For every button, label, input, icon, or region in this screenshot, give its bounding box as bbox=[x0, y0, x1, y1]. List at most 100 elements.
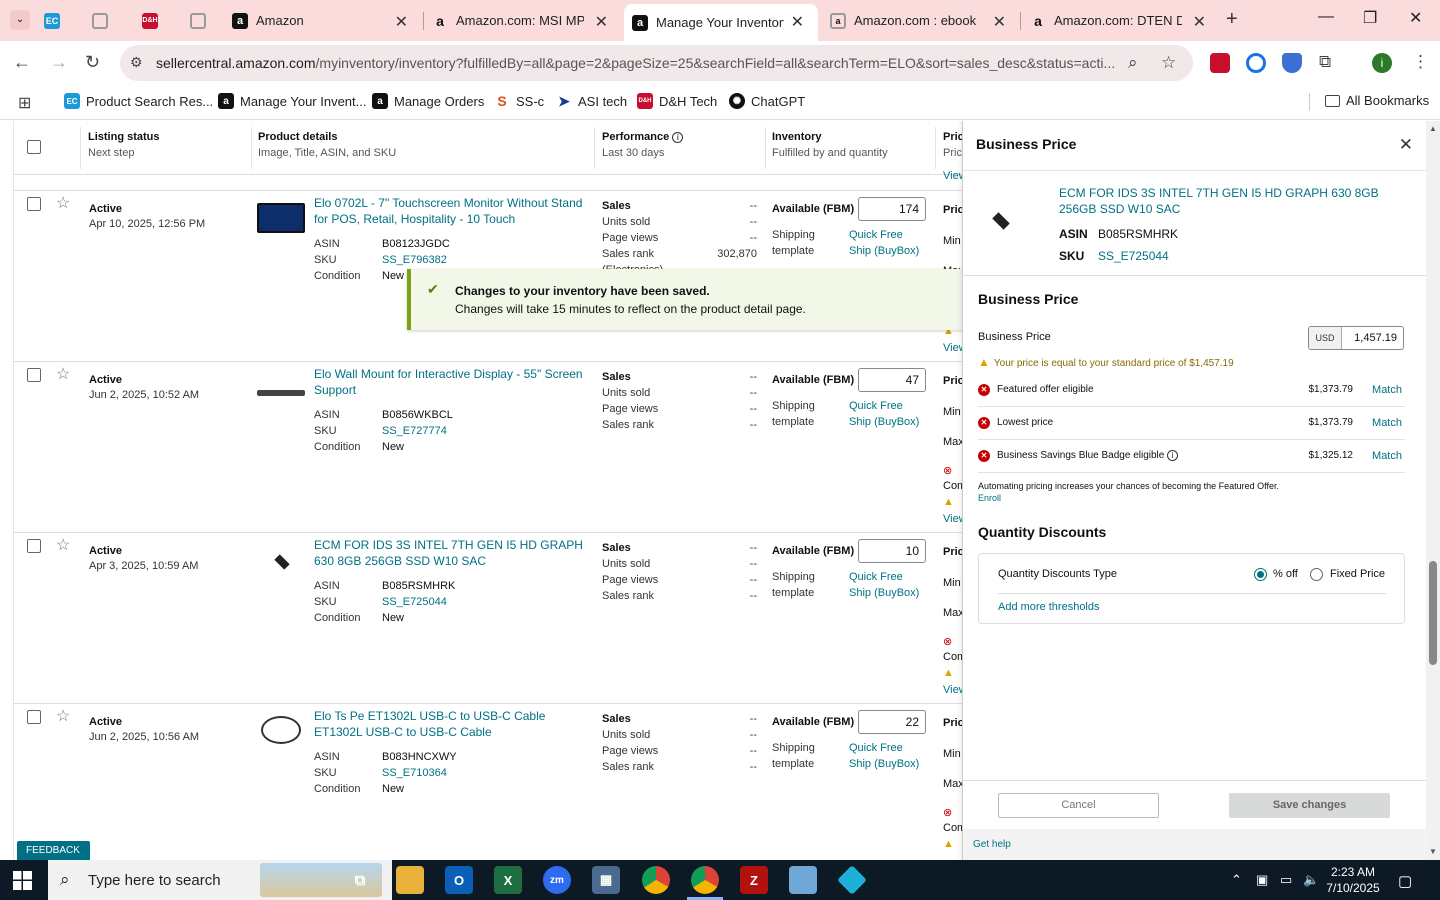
chrome-icon[interactable] bbox=[642, 866, 670, 894]
system-clock[interactable]: 2:23 AM 7/10/2025 bbox=[1322, 864, 1384, 896]
sku-link[interactable]: SS_E796382 bbox=[382, 254, 447, 266]
tab-pinned-1[interactable] bbox=[92, 0, 126, 41]
tab-pinned-ec[interactable]: EC bbox=[44, 0, 78, 41]
row-checkbox[interactable] bbox=[27, 539, 41, 553]
zoom-search-icon[interactable]: ⌕ bbox=[1128, 53, 1138, 73]
outlook-icon[interactable]: O bbox=[445, 866, 473, 894]
shipping-template-link[interactable]: Quick Free Ship (BuyBox) bbox=[849, 227, 927, 259]
bookmark-chatgpt[interactable]: ✺ ChatGPT bbox=[729, 93, 805, 109]
star-icon[interactable]: ☆ bbox=[56, 535, 70, 555]
scrollbar-thumb[interactable] bbox=[1429, 561, 1437, 665]
quantity-input[interactable]: 174 bbox=[858, 197, 926, 221]
shield-extension-icon[interactable] bbox=[1282, 53, 1302, 73]
match-button[interactable]: Match bbox=[1372, 384, 1402, 396]
cancel-button[interactable]: Cancel bbox=[998, 793, 1159, 818]
tab-amazon[interactable]: a Amazon ✕ bbox=[232, 0, 422, 41]
extension-icon[interactable] bbox=[1246, 53, 1266, 73]
sku-link[interactable]: SS_E725044 bbox=[1098, 249, 1169, 263]
network-icon[interactable]: ▭ bbox=[1280, 872, 1292, 888]
tab-search-menu-icon[interactable]: ⌄ bbox=[10, 10, 30, 30]
quantity-input[interactable]: 22 bbox=[858, 710, 926, 734]
restore-icon[interactable]: ❐ bbox=[1363, 8, 1377, 28]
sku-link[interactable]: SS_E710364 bbox=[382, 767, 447, 779]
taskbar-search[interactable]: ⌕ Type here to search bbox=[48, 860, 392, 900]
shipping-template-link[interactable]: Quick Free Ship (BuyBox) bbox=[849, 569, 927, 601]
match-button[interactable]: Match bbox=[1372, 417, 1402, 429]
extensions-puzzle-icon[interactable]: ⧉ bbox=[1319, 52, 1331, 72]
excel-icon[interactable]: X bbox=[494, 866, 522, 894]
product-title-link[interactable]: ECM FOR IDS 3S INTEL 7TH GEN I5 HD GRAPH… bbox=[314, 537, 589, 569]
new-tab-button[interactable]: + bbox=[1226, 8, 1238, 31]
save-changes-button[interactable]: Save changes bbox=[1229, 793, 1390, 818]
scroll-up-icon[interactable]: ▲ bbox=[1429, 124, 1437, 133]
star-icon[interactable]: ☆ bbox=[56, 193, 70, 213]
tab-amazon-msi[interactable]: a Amazon.com: MSI MPG ✕ bbox=[432, 0, 622, 41]
pdf-extension-icon[interactable] bbox=[1210, 53, 1230, 73]
tray-chevron-icon[interactable]: ⌃ bbox=[1231, 872, 1242, 888]
header-performance[interactable]: Performance i Last 30 days bbox=[602, 131, 684, 159]
minimize-icon[interactable]: — bbox=[1318, 8, 1334, 26]
page-scrollbar[interactable]: ▲ ▼ bbox=[1426, 121, 1440, 860]
close-tab-icon[interactable]: ✕ bbox=[595, 12, 608, 32]
header-listing-status[interactable]: Listing status Next step bbox=[88, 131, 160, 159]
row-checkbox[interactable] bbox=[27, 710, 41, 724]
product-image[interactable] bbox=[257, 545, 309, 577]
close-window-icon[interactable]: ✕ bbox=[1409, 8, 1422, 28]
info-icon[interactable]: i bbox=[1167, 450, 1179, 461]
shipping-template-link[interactable]: Quick Free Ship (BuyBox) bbox=[849, 740, 927, 772]
tab-manage-inventory[interactable]: a Manage Your Inventory ✕ bbox=[624, 4, 818, 41]
back-icon[interactable]: ← bbox=[13, 52, 31, 73]
quantity-input[interactable]: 47 bbox=[858, 368, 926, 392]
feedback-button[interactable]: FEEDBACK ✕ bbox=[17, 841, 90, 860]
tab-pinned-dh[interactable]: D&H bbox=[142, 0, 176, 41]
sku-link[interactable]: SS_E727774 bbox=[382, 425, 447, 437]
bookmark-star-icon[interactable]: ☆ bbox=[1161, 53, 1176, 73]
filezilla-icon[interactable]: Z bbox=[740, 866, 768, 894]
view-link[interactable]: View bbox=[943, 684, 963, 696]
bookmark-dh-tech[interactable]: D&H D&H Tech bbox=[637, 93, 717, 109]
percent-off-radio[interactable] bbox=[1254, 568, 1267, 581]
bookmark-ss-c[interactable]: S SS-c bbox=[494, 93, 544, 109]
select-all-checkbox[interactable] bbox=[27, 140, 41, 154]
product-image[interactable] bbox=[257, 203, 309, 235]
bookmark-manage-orders[interactable]: a Manage Orders bbox=[372, 93, 484, 109]
get-help-link[interactable]: Get help bbox=[973, 839, 1011, 850]
product-title-link[interactable]: Elo Wall Mount for Interactive Display -… bbox=[314, 366, 589, 398]
reload-icon[interactable]: ↻ bbox=[85, 52, 100, 73]
add-thresholds-link[interactable]: Add more thresholds bbox=[998, 601, 1100, 613]
header-inventory[interactable]: Inventory Fulfilled by and quantity bbox=[772, 131, 888, 159]
forward-icon[interactable]: → bbox=[50, 52, 68, 73]
app-diamond-icon[interactable] bbox=[837, 865, 867, 895]
header-product-details[interactable]: Product details Image, Title, ASIN, and S… bbox=[258, 131, 396, 159]
zoom-icon[interactable]: zm bbox=[543, 866, 571, 894]
file-explorer-icon[interactable] bbox=[396, 866, 424, 894]
enroll-link[interactable]: Enroll bbox=[978, 492, 1279, 504]
menu-kebab-icon[interactable]: ⋮ bbox=[1412, 52, 1429, 72]
scroll-down-icon[interactable]: ▼ bbox=[1429, 847, 1437, 856]
volume-icon[interactable]: 🔈 bbox=[1303, 872, 1319, 888]
product-title-link[interactable]: Elo Ts Pe ET1302L USB-C to USB-C Cable E… bbox=[314, 708, 589, 740]
profile-avatar[interactable]: i bbox=[1372, 53, 1392, 73]
quantity-input[interactable]: 10 bbox=[858, 539, 926, 563]
tab-pinned-2[interactable] bbox=[190, 0, 224, 41]
header-price[interactable]: Pric Pric bbox=[943, 131, 963, 159]
address-bar[interactable]: ⚙ sellercentral.amazon.com/myinventory/i… bbox=[120, 45, 1193, 81]
star-icon[interactable]: ☆ bbox=[56, 706, 70, 726]
bookmark-asi-tech[interactable]: ➤ ASI tech bbox=[556, 93, 627, 109]
bookmark-manage-inventory[interactable]: a Manage Your Invent... bbox=[218, 93, 366, 109]
site-info-icon[interactable]: ⚙ bbox=[130, 54, 143, 71]
calculator-icon[interactable]: ▦ bbox=[592, 866, 620, 894]
view-link[interactable]: View bbox=[943, 513, 963, 525]
notepad-icon[interactable] bbox=[789, 866, 817, 894]
close-tab-icon[interactable]: ✕ bbox=[791, 12, 804, 32]
close-tab-icon[interactable]: ✕ bbox=[1193, 12, 1206, 32]
product-image[interactable] bbox=[257, 716, 309, 748]
info-icon[interactable]: i bbox=[672, 132, 684, 143]
tab-amazon-ebook[interactable]: a Amazon.com : ebook ✕ bbox=[830, 0, 1020, 41]
match-button[interactable]: Match bbox=[1372, 450, 1402, 462]
bookmark-product-search[interactable]: EC Product Search Res... bbox=[64, 93, 213, 109]
close-tab-icon[interactable]: ✕ bbox=[395, 12, 408, 32]
all-bookmarks-button[interactable]: All Bookmarks bbox=[1325, 93, 1429, 108]
meet-now-icon[interactable]: ▣ bbox=[1256, 872, 1268, 888]
url-text[interactable]: sellercentral.amazon.com/myinventory/inv… bbox=[156, 55, 1116, 71]
